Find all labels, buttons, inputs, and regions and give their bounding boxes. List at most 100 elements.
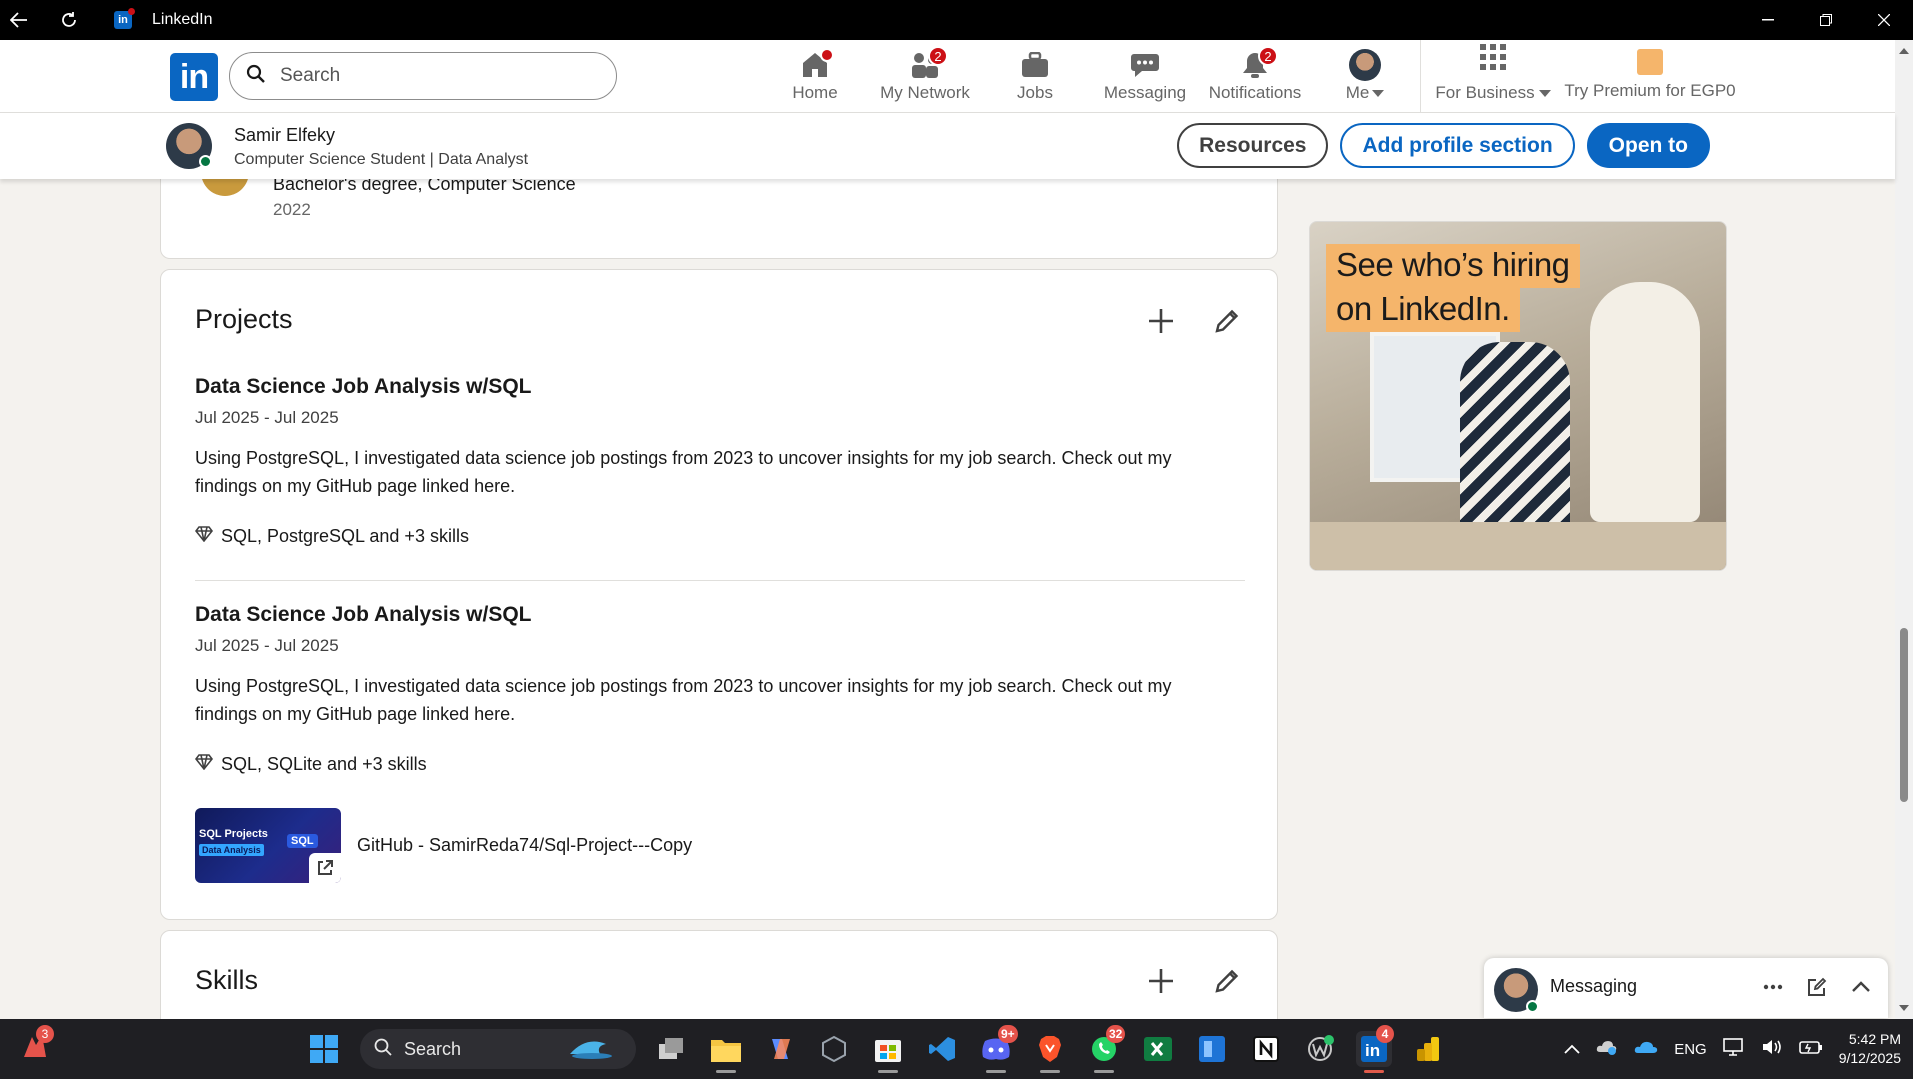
grid-icon	[1480, 44, 1506, 75]
hiring-ad-banner[interactable]: See who’s hiring on LinkedIn.	[1309, 221, 1727, 571]
scrollbar-thumb[interactable]	[1900, 628, 1908, 802]
reload-icon[interactable]	[58, 9, 80, 31]
media-link-label[interactable]: GitHub - SamirReda74/Sql-Project---Copy	[357, 835, 692, 856]
diamond-icon	[194, 754, 214, 775]
taskbar-app-icon[interactable]: 3	[20, 1025, 56, 1067]
ad-headline-line1: See who’s hiring	[1326, 244, 1580, 288]
add-profile-section-button[interactable]: Add profile section	[1340, 123, 1575, 168]
cloud-status-icon[interactable]	[1596, 1038, 1618, 1060]
search-box[interactable]	[229, 52, 617, 100]
system-tray: ENG 5:42 PM 9/12/2025	[1564, 1019, 1901, 1079]
restore-icon[interactable]	[1797, 0, 1855, 40]
microsoft-store-icon[interactable]	[870, 1031, 906, 1073]
project-description: Using PostgreSQL, I investigated data sc…	[195, 676, 1172, 724]
nav-item-messaging[interactable]: Messaging	[1090, 40, 1200, 113]
open-to-button[interactable]: Open to	[1586, 123, 1710, 168]
whatsapp-badge: 32	[1106, 1025, 1126, 1043]
scroll-down-icon[interactable]	[1899, 1005, 1909, 1011]
chevron-up-icon[interactable]	[1848, 972, 1874, 1002]
page-scrollbar[interactable]	[1895, 40, 1913, 1019]
excel-icon[interactable]	[1140, 1031, 1176, 1067]
premium-label: Try Premium for EGP0	[1564, 81, 1736, 100]
file-explorer-icon[interactable]	[708, 1031, 744, 1073]
edit-pencil-icon[interactable]	[1207, 961, 1247, 1001]
task-view-icon[interactable]	[654, 1031, 690, 1067]
global-nav: in Home 2 My Network Jobs	[0, 40, 1895, 113]
linkedin-logo[interactable]: in	[170, 53, 218, 101]
onedrive-icon[interactable]	[1634, 1039, 1658, 1059]
project-skills[interactable]: SQL, SQLite and +3 skills	[194, 754, 1245, 775]
nav-item-notifications[interactable]: 2 Notifications	[1200, 40, 1310, 113]
display-icon[interactable]	[1722, 1038, 1745, 1060]
notifications-badge: 2	[1258, 46, 1278, 66]
profile-sticky-bar: Samir Elfeky Computer Science Student | …	[0, 113, 1895, 179]
avatar	[1349, 49, 1381, 81]
language-indicator[interactable]: ENG	[1674, 1041, 1707, 1058]
search-input[interactable]	[280, 65, 580, 87]
discord-icon[interactable]: 9+	[978, 1025, 1018, 1073]
profile-name: Samir Elfeky	[234, 125, 336, 145]
linkedin-badge: 4	[1376, 1025, 1394, 1043]
project-dates: Jul 2025 - Jul 2025	[195, 636, 339, 655]
nav-items: Home 2 My Network Jobs Messaging 2 Notif…	[760, 40, 1420, 113]
add-icon[interactable]	[1141, 961, 1181, 1001]
external-link-icon	[309, 853, 341, 883]
minimize-icon[interactable]	[1739, 0, 1797, 40]
linkedin-taskbar-icon[interactable]: in 4	[1356, 1025, 1394, 1073]
resources-button[interactable]: Resources	[1177, 123, 1329, 168]
try-premium-link[interactable]: Try Premium for EGP0	[1560, 40, 1740, 113]
chevron-up-icon[interactable]	[1564, 1041, 1580, 1058]
nav-divider	[1420, 40, 1421, 113]
edit-pencil-icon[interactable]	[1207, 301, 1247, 341]
project-item: Data Science Job Analysis w/SQL Jul 2025…	[194, 603, 1245, 775]
power-bi-icon[interactable]	[1410, 1031, 1446, 1067]
app-w-icon[interactable]	[1302, 1031, 1338, 1067]
nav-item-me[interactable]: Me	[1310, 40, 1420, 113]
media-thumbnail[interactable]: SQL Projects Data Analysis SQL	[195, 808, 341, 883]
app-cube-icon[interactable]	[816, 1031, 852, 1067]
project-title: Data Science Job Analysis w/SQL	[195, 603, 532, 626]
vscode-icon[interactable]	[924, 1031, 960, 1067]
chevron-down-icon	[1538, 83, 1551, 103]
nav-label-home: Home	[792, 83, 838, 102]
battery-icon[interactable]	[1798, 1039, 1823, 1059]
project-media-link[interactable]: SQL Projects Data Analysis SQL GitHub - …	[195, 808, 692, 883]
nav-item-jobs[interactable]: Jobs	[980, 40, 1090, 113]
copilot-icon[interactable]	[762, 1031, 798, 1067]
whatsapp-icon[interactable]: 32	[1086, 1025, 1126, 1073]
brave-icon[interactable]	[1032, 1031, 1068, 1073]
network-badge: 2	[928, 46, 948, 66]
app-blue-square-icon[interactable]	[1194, 1031, 1230, 1067]
ad-photo-floor	[1310, 522, 1726, 570]
project-dates: Jul 2025 - Jul 2025	[195, 408, 339, 427]
briefcase-icon	[1018, 50, 1052, 80]
nav-item-my-network[interactable]: 2 My Network	[870, 40, 980, 113]
nav-label-my-network: My Network	[880, 83, 970, 102]
close-icon[interactable]	[1855, 0, 1913, 40]
scroll-up-icon[interactable]	[1899, 48, 1909, 54]
more-options-icon[interactable]	[1760, 972, 1786, 1002]
app-badge: 3	[36, 1025, 54, 1043]
taskbar-apps: 9+ 32 in 4	[306, 1025, 1446, 1073]
taskbar-search-input[interactable]	[404, 1038, 554, 1060]
taskbar-clock[interactable]: 5:42 PM 9/12/2025	[1839, 1030, 1901, 1068]
home-icon	[798, 48, 834, 80]
project-skills[interactable]: SQL, PostgreSQL and +3 skills	[194, 526, 1245, 547]
project-item: Data Science Job Analysis w/SQL Jul 2025…	[194, 375, 1245, 547]
svg-text:in: in	[1365, 1041, 1380, 1060]
education-year: 2022	[273, 200, 311, 219]
nav-item-home[interactable]: Home	[760, 40, 870, 113]
notion-icon[interactable]	[1248, 1031, 1284, 1067]
thumb-subtitle: Data Analysis	[199, 844, 264, 856]
windows-start-icon[interactable]	[306, 1031, 342, 1067]
profile-headline: Computer Science Student | Data Analyst	[234, 151, 529, 168]
volume-icon[interactable]	[1761, 1038, 1783, 1060]
back-arrow-icon[interactable]	[8, 9, 30, 31]
taskbar-search[interactable]	[360, 1029, 636, 1069]
for-business-menu[interactable]: For Business	[1428, 40, 1558, 113]
compose-icon[interactable]	[1804, 972, 1830, 1002]
messaging-widget[interactable]: Messaging	[1484, 958, 1888, 1018]
search-icon	[374, 1038, 392, 1061]
premium-icon	[1637, 49, 1663, 75]
add-icon[interactable]	[1141, 301, 1181, 341]
